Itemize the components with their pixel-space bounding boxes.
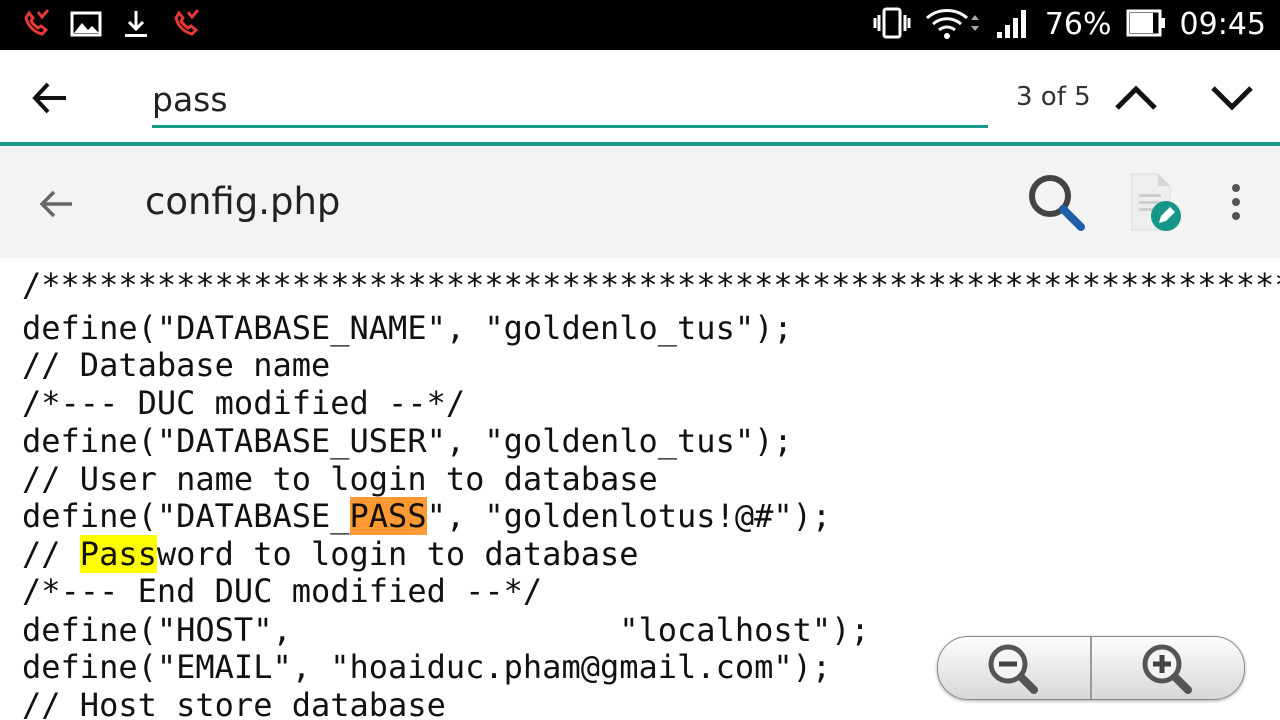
zoom-out-icon	[988, 644, 1038, 694]
back-arrow-icon[interactable]	[36, 184, 76, 224]
battery-percent: 76%	[1044, 7, 1112, 42]
code-line: define("DATABASE_PASS", "goldenlotus!@#"…	[22, 497, 832, 535]
zoom-control	[937, 636, 1245, 700]
code-line: define("DATABASE_NAME", "goldenlo_tus");	[22, 309, 793, 347]
find-in-page-bar: 3 of 5	[0, 50, 1280, 142]
current-match-highlight: PASS	[349, 497, 427, 535]
status-bar: 76% 09:45	[0, 0, 1280, 50]
zoom-out-button[interactable]	[938, 637, 1090, 699]
next-match-button[interactable]	[1208, 76, 1256, 120]
more-options-icon[interactable]	[1222, 182, 1250, 226]
code-line: define("EMAIL", "hoaiduc.pham@gmail.com"…	[22, 648, 832, 686]
vibrate-icon	[873, 6, 911, 44]
clock: 09:45	[1179, 7, 1266, 42]
missed-call-icon	[20, 8, 52, 44]
download-icon	[120, 8, 152, 44]
code-line: // Database name	[22, 346, 331, 384]
chevron-down-icon	[1211, 86, 1253, 111]
notification-icons	[20, 8, 202, 44]
gallery-icon	[70, 8, 102, 44]
code-line: // Host store database	[22, 686, 446, 720]
previous-match-button[interactable]	[1112, 76, 1160, 120]
match-highlight: Pass	[79, 535, 157, 573]
zoom-in-icon	[1142, 644, 1192, 694]
code-line: // Password to login to database	[22, 535, 639, 573]
missed-call-icon	[170, 8, 202, 44]
match-count: 3 of 5	[1016, 82, 1091, 112]
wifi-icon	[925, 6, 981, 44]
chevron-up-icon	[1115, 85, 1157, 110]
code-line: /*--- End DUC modified --*/	[22, 572, 543, 610]
battery-icon	[1126, 8, 1166, 42]
code-line: /***************************************…	[22, 266, 1280, 304]
back-arrow-icon[interactable]	[30, 78, 70, 118]
code-line: // User name to login to database	[22, 460, 658, 498]
file-title: config.php	[145, 180, 341, 223]
find-input[interactable]	[152, 74, 988, 128]
code-line: /*--- DUC modified --*/	[22, 384, 466, 422]
code-line: define("HOST", "localhost");	[22, 611, 870, 649]
zoom-in-button[interactable]	[1092, 637, 1244, 699]
app-toolbar: config.php	[0, 146, 1280, 258]
signal-icon	[995, 6, 1031, 44]
edit-document-icon[interactable]	[1126, 170, 1186, 238]
system-icons: 76% 09:45	[873, 0, 1266, 50]
code-line: define("DATABASE_USER", "goldenlo_tus");	[22, 422, 793, 460]
search-icon[interactable]	[1024, 170, 1088, 238]
